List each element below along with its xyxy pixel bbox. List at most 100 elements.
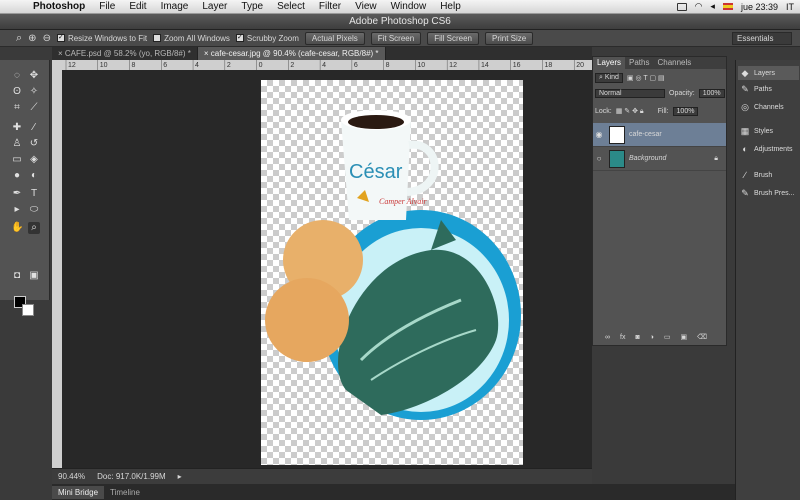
- eraser-tool-icon[interactable]: ▭: [11, 154, 23, 166]
- layer-thumbnail: [609, 149, 625, 168]
- link-icon[interactable]: ∞: [605, 334, 610, 341]
- menu-layer[interactable]: Layer: [195, 1, 234, 12]
- screen-mode-icon[interactable]: ▣: [28, 270, 40, 282]
- menu-select[interactable]: Select: [270, 1, 312, 12]
- visibility-eye-icon[interactable]: ○: [593, 154, 605, 163]
- opacity-input[interactable]: 100%: [698, 89, 725, 98]
- kind-filter-select[interactable]: ⌕ Kind: [595, 73, 623, 83]
- actual-pixels-button[interactable]: Actual Pixels: [304, 31, 365, 45]
- doc-size[interactable]: Doc: 917.0K/1.99M: [97, 472, 165, 481]
- fill-input[interactable]: 100%: [672, 107, 699, 116]
- brush-tool-icon[interactable]: ∕: [28, 122, 40, 134]
- ruler-tick-label: 10: [100, 62, 108, 69]
- menu-edit[interactable]: Edit: [122, 1, 153, 12]
- trash-icon[interactable]: ⌫: [697, 333, 707, 341]
- menu-view[interactable]: View: [348, 1, 384, 12]
- paint-bucket-tool-icon[interactable]: ◈: [28, 154, 40, 166]
- quick-mask-icon[interactable]: ◘: [11, 270, 23, 282]
- menu-file[interactable]: File: [92, 1, 122, 12]
- menu-filter[interactable]: Filter: [312, 1, 348, 12]
- scrubby-zoom-checkbox[interactable]: ✓ Scrubby Zoom: [235, 34, 299, 43]
- volume-icon[interactable]: ◂: [710, 1, 715, 12]
- status-menu-arrow-icon[interactable]: ▸: [178, 472, 182, 481]
- layers-footer: ∞ fx ◙ ◑ ▭ ▣ ⌫: [605, 333, 707, 342]
- cup-handle: [406, 140, 439, 196]
- menu-help[interactable]: Help: [433, 1, 468, 12]
- photo-content: César Camper Alvair: [265, 110, 521, 420]
- tab-cafe-cesar[interactable]: × cafe-cesar.jpg @ 90.4% (cafe-cesar, RG…: [197, 47, 386, 60]
- dock-paths[interactable]: ✎ Paths: [740, 84, 772, 94]
- layer-name[interactable]: Background: [629, 155, 666, 162]
- lasso-tool-icon[interactable]: ʘ: [11, 86, 23, 98]
- filter-icons[interactable]: ▣ ◎ T ▢ ▤: [627, 74, 665, 82]
- ruler-horizontal[interactable]: 12 10 8 6 4 2 0 2 4 6 8 10 12 14 16 18 20: [52, 60, 592, 70]
- zoom-level[interactable]: 90.44%: [58, 472, 85, 481]
- wifi-icon[interactable]: ◠: [695, 1, 703, 12]
- dock-adjustments[interactable]: ◐ Adjustments: [740, 144, 792, 154]
- dock-brush-presets[interactable]: ✎ Brush Pres...: [740, 188, 794, 198]
- menu-type[interactable]: Type: [234, 1, 270, 12]
- input-language[interactable]: IT: [786, 2, 794, 12]
- tab-paths[interactable]: Paths: [625, 57, 653, 69]
- ruler-tick-label: 2: [290, 62, 294, 69]
- layer-row[interactable]: ○ Background 🔒︎: [593, 147, 726, 171]
- new-layer-icon[interactable]: ▣: [681, 333, 688, 341]
- document-tabs: × CAFE.psd @ 58.2% (yo, RGB/8#) * × cafe…: [52, 47, 592, 60]
- hand-tool-icon[interactable]: ✋: [11, 222, 23, 234]
- print-size-button[interactable]: Print Size: [484, 31, 534, 45]
- group-folder-icon[interactable]: ▭: [664, 333, 671, 341]
- dock-layers[interactable]: ◆ Layers: [738, 66, 799, 80]
- type-tool-icon[interactable]: T: [28, 188, 40, 200]
- dock-styles[interactable]: ▦ Styles: [740, 126, 773, 136]
- cup-brand-text: Camper Alvair: [379, 197, 428, 206]
- tab-mini-bridge[interactable]: Mini Bridge: [52, 485, 105, 499]
- document-canvas[interactable]: César Camper Alvair: [261, 80, 523, 465]
- visibility-eye-icon[interactable]: ◉: [593, 130, 605, 139]
- marquee-tool-icon[interactable]: ◌: [11, 70, 23, 82]
- bread-roll-2: [265, 278, 349, 362]
- tab-cafe-psd[interactable]: × CAFE.psd @ 58.2% (yo, RGB/8#) *: [52, 47, 198, 60]
- tab-layers[interactable]: Layers: [593, 57, 626, 69]
- menu-app[interactable]: Photoshop: [26, 1, 92, 12]
- battery-icon[interactable]: [676, 2, 687, 11]
- zoom-in-icon[interactable]: ⊕: [28, 33, 36, 44]
- magic-wand-tool-icon[interactable]: ✧: [28, 86, 40, 98]
- zoom-all-checkbox[interactable]: Zoom All Windows: [153, 34, 230, 43]
- dock-brush[interactable]: ∕ Brush: [740, 170, 772, 180]
- fill-screen-button[interactable]: Fill Screen: [427, 31, 479, 45]
- eyedropper-tool-icon[interactable]: ⟋: [28, 102, 40, 114]
- zoom-tool-icon[interactable]: ⌕: [16, 32, 22, 45]
- ruler-tick-label: 8: [132, 62, 136, 69]
- lock-icons[interactable]: ▦ ✎ ✥ 🔒︎: [616, 107, 644, 116]
- history-brush-tool-icon[interactable]: ↺: [28, 138, 40, 150]
- pen-tool-icon[interactable]: ✒: [11, 188, 23, 200]
- workspace-select[interactable]: Essentials: [732, 31, 792, 45]
- tab-channels[interactable]: Channels: [653, 57, 695, 69]
- zoom-out-icon[interactable]: ⊖: [43, 33, 51, 44]
- layer-name[interactable]: cafe-cesar: [629, 131, 662, 138]
- fit-screen-button[interactable]: Fit Screen: [370, 31, 422, 45]
- fx-icon[interactable]: fx: [620, 334, 625, 341]
- layer-row[interactable]: ◉ cafe-cesar: [593, 123, 726, 147]
- ruler-vertical[interactable]: [52, 70, 62, 468]
- move-tool-icon[interactable]: ✥: [28, 70, 40, 82]
- blend-mode-select[interactable]: Normal: [595, 89, 665, 98]
- clone-stamp-tool-icon[interactable]: ♙: [11, 138, 23, 150]
- adjustment-icon[interactable]: ◑: [650, 334, 654, 341]
- menu-window[interactable]: Window: [384, 1, 434, 12]
- dodge-tool-icon[interactable]: ◐: [28, 170, 40, 182]
- background-color-swatch[interactable]: [22, 304, 34, 316]
- clock[interactable]: jue 23:39: [741, 2, 778, 12]
- path-selection-tool-icon[interactable]: ▸: [11, 204, 23, 216]
- ellipse-tool-icon[interactable]: ⬭: [28, 204, 40, 216]
- crop-tool-icon[interactable]: ⌗: [11, 102, 23, 114]
- healing-brush-tool-icon[interactable]: ✚: [11, 122, 23, 134]
- dock-channels[interactable]: ◎ Channels: [740, 102, 784, 112]
- tab-timeline[interactable]: Timeline: [104, 486, 146, 499]
- resize-windows-checkbox[interactable]: ✓ Resize Windows to Fit: [56, 34, 147, 43]
- flag-icon[interactable]: [722, 3, 733, 10]
- menu-image[interactable]: Image: [154, 1, 196, 12]
- blur-tool-icon[interactable]: ●: [11, 170, 23, 182]
- mask-icon[interactable]: ◙: [635, 334, 639, 341]
- zoom-tool-icon[interactable]: ⌕: [28, 222, 40, 234]
